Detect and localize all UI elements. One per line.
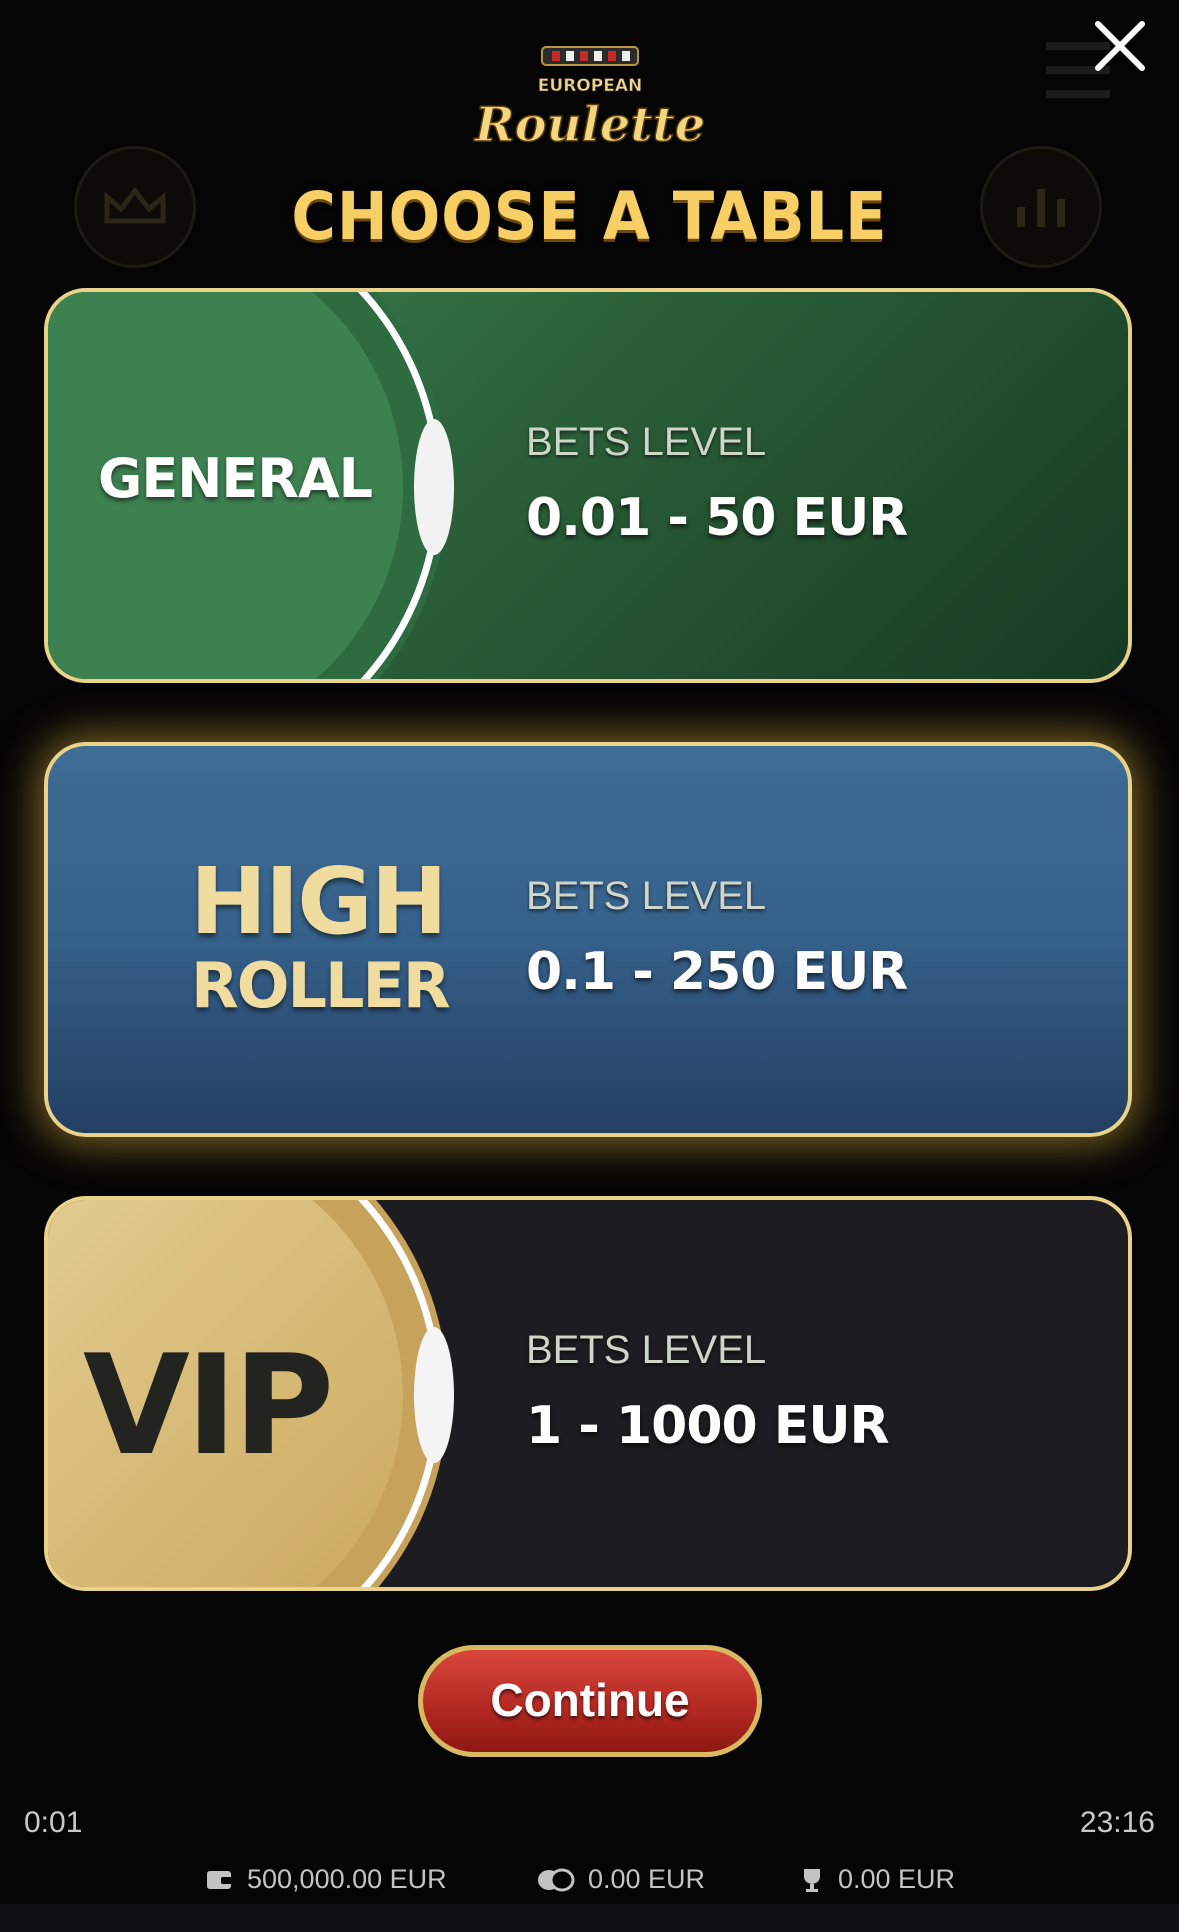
table-card-vip[interactable]: VIP BETS LEVEL 1 - 1000 EUR	[44, 1196, 1132, 1591]
win-value: 0.00 EUR	[838, 1864, 956, 1894]
bottom-bar	[0, 1904, 1179, 1932]
table-name: GENERAL	[98, 447, 373, 510]
trophy-icon	[804, 1868, 820, 1892]
table-name-line1: HIGH	[190, 848, 448, 955]
bet-value: 0.00 EUR	[588, 1864, 706, 1894]
table-name-line2: ROLLER	[191, 949, 451, 1022]
continue-button[interactable]: Continue	[418, 1645, 762, 1757]
logo-main-text: Roulette	[473, 97, 705, 153]
bet-display: 0.00 EUR	[536, 1864, 705, 1895]
bets-level-label: BETS LEVEL	[526, 420, 767, 464]
bets-level-label: BETS LEVEL	[526, 1328, 767, 1372]
european-roulette-logo: EUROPEAN Roulette	[470, 25, 710, 155]
close-button[interactable]	[1088, 14, 1152, 78]
bets-level-label: BETS LEVEL	[526, 874, 767, 918]
bets-range: 0.1 - 250 EUR	[526, 942, 908, 1002]
table-name: VIP	[83, 1325, 334, 1486]
balance-display: 500,000.00 EUR	[205, 1864, 447, 1895]
wallet-icon	[207, 1870, 233, 1889]
chips-icon	[538, 1868, 575, 1891]
bets-range: 0.01 - 50 EUR	[526, 488, 908, 548]
page-title: CHOOSE A TABLE	[291, 178, 888, 255]
win-display: 0.00 EUR	[798, 1864, 955, 1895]
elapsed-time: 0:01	[24, 1806, 83, 1839]
balance-value: 500,000.00 EUR	[247, 1864, 447, 1894]
close-icon	[1095, 21, 1145, 71]
logo-top-text: EUROPEAN	[538, 76, 642, 96]
bets-range: 1 - 1000 EUR	[526, 1396, 890, 1456]
table-card-high-roller[interactable]: HIGH ROLLER BETS LEVEL 0.1 - 250 EUR	[44, 742, 1132, 1137]
clock-time: 23:16	[1079, 1806, 1155, 1839]
table-card-general[interactable]: GENERAL BETS LEVEL 0.01 - 50 EUR	[44, 288, 1132, 683]
